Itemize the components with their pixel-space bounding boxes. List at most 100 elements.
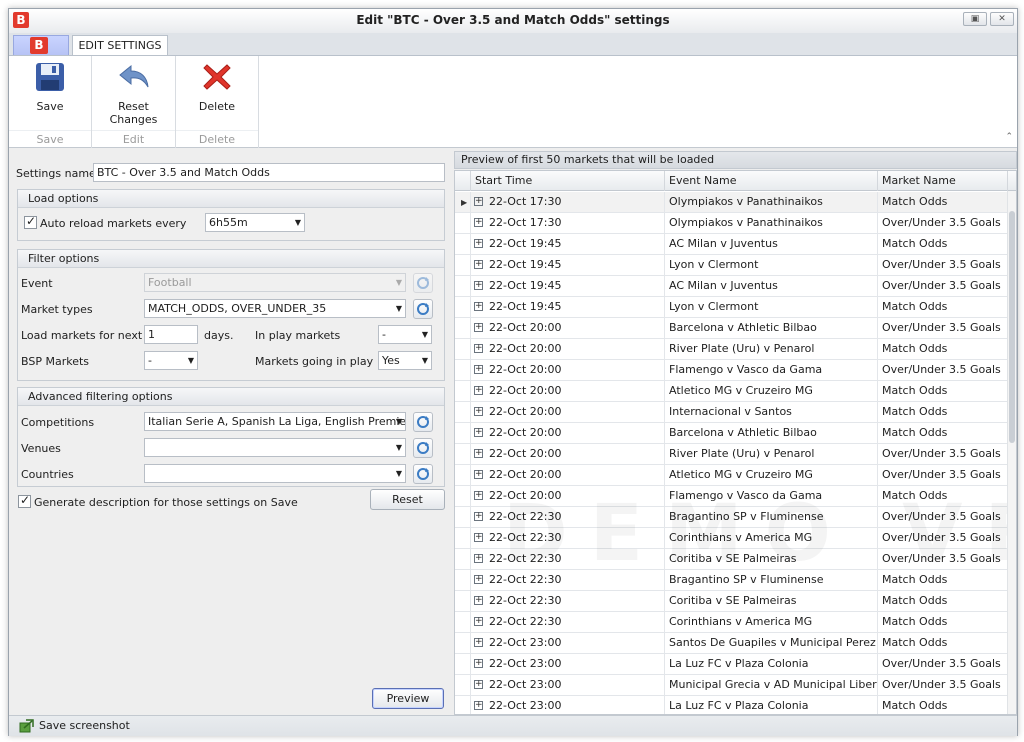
reload-interval-value: 6h55m <box>209 216 248 229</box>
market-types-value: MATCH_ODDS, OVER_UNDER_35 <box>148 302 327 315</box>
table-row[interactable]: +22-Oct 23:00 La Luz FC v Plaza Colonia Ov… <box>455 654 1008 675</box>
load-next-days-input[interactable]: 1 <box>144 325 198 344</box>
ribbon-group-caption: Save <box>9 130 91 148</box>
countries-refresh-button[interactable] <box>413 464 433 484</box>
table-row[interactable]: +22-Oct 20:00 River Plate (Uru) v Penarol… <box>455 339 1008 360</box>
table-row[interactable]: +22-Oct 20:00 Atletico MG v Cruzeiro MG Ov… <box>455 465 1008 486</box>
table-row[interactable]: ▶ +22-Oct 17:30 Olympiakos v Panathinaikos… <box>455 192 1008 213</box>
days-label: days. <box>204 329 234 342</box>
table-row[interactable]: +22-Oct 20:00 Atletico MG v Cruzeiro MG Ma… <box>455 381 1008 402</box>
table-row[interactable]: +22-Oct 23:00 Municipal Grecia v AD Munic… <box>455 675 1008 696</box>
table-row[interactable]: +22-Oct 20:00 Flamengo v Vasco da Gama Ove… <box>455 360 1008 381</box>
load-next-label: Load markets for next <box>21 329 143 342</box>
scrollbar-thumb[interactable] <box>1009 211 1015 443</box>
delete-button[interactable]: Delete <box>176 60 258 113</box>
market-name-cell: Over/Under 3.5 Goals <box>878 213 1008 234</box>
market-name-cell: Over/Under 3.5 Goals <box>878 444 1008 465</box>
tab-edit-settings[interactable]: EDIT SETTINGS <box>72 35 168 56</box>
event-name-cell: Coritiba v SE Palmeiras <box>665 549 878 570</box>
ribbon-app-button[interactable]: B <box>13 35 69 55</box>
market-types-refresh-button[interactable] <box>413 299 433 319</box>
reload-interval-select[interactable]: 6h55m ▼ <box>205 213 305 232</box>
bsp-select[interactable]: - ▼ <box>144 351 198 370</box>
table-row[interactable]: +22-Oct 23:00 La Luz FC v Plaza Colonia Ma… <box>455 696 1008 714</box>
preview-header: Preview of first 50 markets that will be… <box>454 151 1017 169</box>
column-header-market-name[interactable]: Market Name <box>878 171 1008 191</box>
table-row[interactable]: +22-Oct 19:45 AC Milan v Juventus Match Od… <box>455 234 1008 255</box>
market-name-cell: Over/Under 3.5 Goals <box>878 528 1008 549</box>
auto-reload-checkbox[interactable]: ✓ <box>24 214 37 229</box>
event-name-cell: La Luz FC v Plaza Colonia <box>665 696 878 714</box>
refresh-icon <box>417 468 429 480</box>
row-indicator <box>455 318 471 339</box>
chevron-down-icon: ▼ <box>395 417 402 426</box>
row-indicator <box>455 654 471 675</box>
venues-refresh-button[interactable] <box>413 438 433 458</box>
row-indicator <box>455 570 471 591</box>
generate-description-checkbox[interactable]: ✓ <box>18 493 31 508</box>
column-header-start-time[interactable]: Start Time <box>471 171 665 191</box>
table-row[interactable]: +22-Oct 17:30 Olympiakos v Panathinaikos O… <box>455 213 1008 234</box>
in-play-select[interactable]: - ▼ <box>378 325 432 344</box>
competitions-refresh-button[interactable] <box>413 412 433 432</box>
grid-header: Start Time Event Name Market Name <box>455 171 1016 191</box>
ribbon-group-caption: Delete <box>176 130 258 148</box>
event-name-cell: Santos De Guapiles v Municipal Perez Zel… <box>665 633 878 654</box>
countries-select[interactable]: ▼ <box>144 464 406 483</box>
table-row[interactable]: +22-Oct 19:45 Lyon v Clermont Match Odds <box>455 297 1008 318</box>
close-icon[interactable]: ✕ <box>990 12 1014 26</box>
market-name-cell: Match Odds <box>878 402 1008 423</box>
in-play-value: - <box>382 328 386 341</box>
table-row[interactable]: +22-Oct 20:00 Flamengo v Vasco da Gama Mat… <box>455 486 1008 507</box>
start-time-cell: 22-Oct 20:00 <box>471 360 665 381</box>
market-name-cell: Match Odds <box>878 234 1008 255</box>
row-indicator <box>455 675 471 696</box>
event-name-cell: Barcelona v Athletic Bilbao <box>665 318 878 339</box>
save-button[interactable]: Save <box>9 60 91 113</box>
column-header-event-name[interactable]: Event Name <box>665 171 878 191</box>
load-options-group: Load options ✓ Auto reload markets every… <box>17 189 445 241</box>
start-time-cell: 22-Oct 17:30 <box>471 213 665 234</box>
event-value: Football <box>148 276 192 289</box>
table-row[interactable]: +22-Oct 23:00 Santos De Guapiles v Munici… <box>455 633 1008 654</box>
start-time-cell: 22-Oct 19:45 <box>471 297 665 318</box>
event-name-cell: Atletico MG v Cruzeiro MG <box>665 381 878 402</box>
table-row[interactable]: +22-Oct 20:00 River Plate (Uru) v Penarol… <box>455 444 1008 465</box>
markets-grid: Start Time Event Name Market Name ▶ +22-O… <box>454 170 1017 715</box>
status-bar: Save screenshot <box>9 715 1017 736</box>
market-name-cell: Over/Under 3.5 Goals <box>878 360 1008 381</box>
table-row[interactable]: +22-Oct 20:00 Barcelona v Athletic Bilbao… <box>455 423 1008 444</box>
table-row[interactable]: +22-Oct 20:00 Barcelona v Athletic Bilbao… <box>455 318 1008 339</box>
in-play-label: In play markets <box>255 329 341 342</box>
table-row[interactable]: +22-Oct 22:30 Coritiba v SE Palmeiras Over… <box>455 549 1008 570</box>
event-name-cell: Barcelona v Athletic Bilbao <box>665 423 878 444</box>
table-row[interactable]: +22-Oct 22:30 Corinthians v America MG Ove… <box>455 528 1008 549</box>
start-time-cell: 22-Oct 22:30 <box>471 507 665 528</box>
restore-icon[interactable]: ▣ <box>963 12 987 26</box>
start-time-cell: 22-Oct 22:30 <box>471 612 665 633</box>
table-row[interactable]: +22-Oct 19:45 Lyon v Clermont Over/Under 3… <box>455 255 1008 276</box>
settings-window: B Edit "BTC - Over 3.5 and Match Odds" s… <box>8 8 1018 736</box>
going-in-play-select[interactable]: Yes ▼ <box>378 351 432 370</box>
reset-button[interactable]: Reset <box>370 489 445 510</box>
market-types-select[interactable]: MATCH_ODDS, OVER_UNDER_35 ▼ <box>144 299 406 318</box>
row-indicator <box>455 507 471 528</box>
venues-select[interactable]: ▼ <box>144 438 406 457</box>
preview-button[interactable]: Preview <box>372 688 444 709</box>
table-row[interactable]: +22-Oct 19:45 AC Milan v Juventus Over/Und… <box>455 276 1008 297</box>
vertical-scrollbar[interactable] <box>1007 191 1016 714</box>
table-row[interactable]: +22-Oct 22:30 Coritiba v SE Palmeiras Matc… <box>455 591 1008 612</box>
competitions-select[interactable]: Italian Serie A, Spanish La Liga, Englis… <box>144 412 406 431</box>
ribbon-collapse-icon[interactable]: ⌃ <box>1005 132 1013 142</box>
market-name-cell: Match Odds <box>878 591 1008 612</box>
screenshot-icon[interactable] <box>19 719 34 733</box>
table-row[interactable]: +22-Oct 22:30 Bragantino SP v Fluminense O… <box>455 507 1008 528</box>
settings-name-input[interactable]: BTC - Over 3.5 and Match Odds <box>93 163 445 182</box>
table-row[interactable]: +22-Oct 22:30 Corinthians v America MG Mat… <box>455 612 1008 633</box>
start-time-cell: 22-Oct 19:45 <box>471 276 665 297</box>
save-screenshot-link[interactable]: Save screenshot <box>39 719 130 732</box>
reset-changes-button[interactable]: Reset Changes <box>92 60 175 126</box>
table-row[interactable]: +22-Oct 22:30 Bragantino SP v Fluminense M… <box>455 570 1008 591</box>
window-title: Edit "BTC - Over 3.5 and Match Odds" set… <box>356 13 670 27</box>
table-row[interactable]: +22-Oct 20:00 Internacional v Santos Match… <box>455 402 1008 423</box>
